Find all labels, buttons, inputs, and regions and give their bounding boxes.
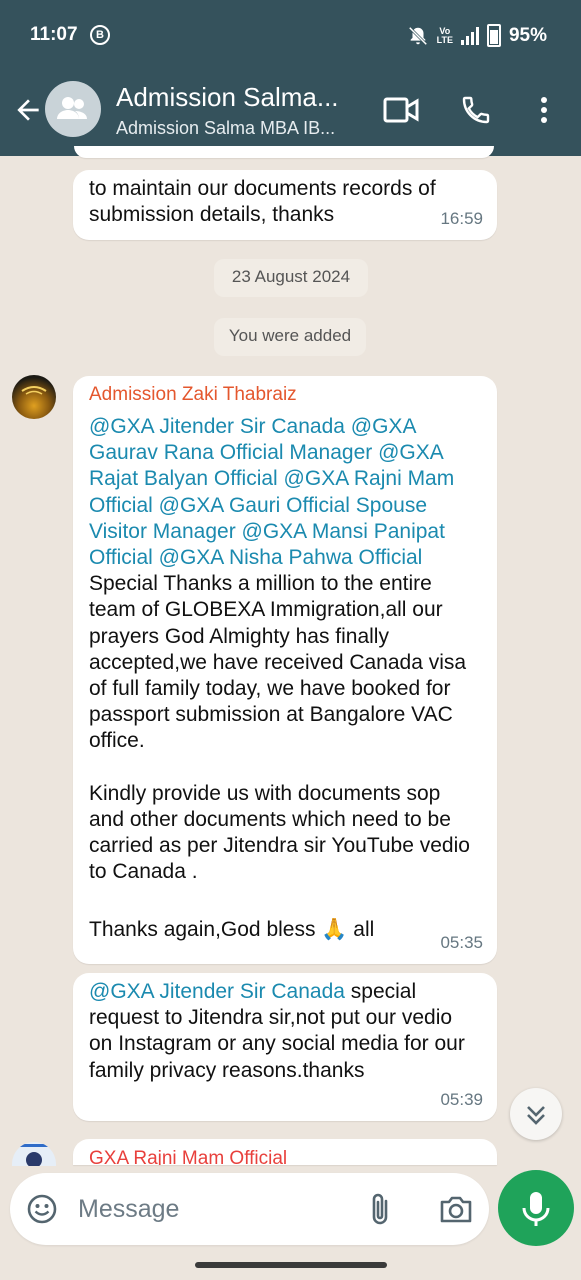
- sender-name[interactable]: Admission Zaki Thabraiz: [89, 382, 297, 408]
- back-arrow-icon[interactable]: [12, 94, 44, 126]
- closing-text-end: all: [347, 918, 375, 942]
- message-paragraph: Kindly provide us with documents sop and…: [89, 781, 470, 884]
- system-notice: You were added: [214, 318, 366, 356]
- message-body: @GXA Jitender Sir Canada special request…: [89, 979, 481, 1084]
- 5g-signal-icon: [460, 26, 479, 45]
- previous-message-edge: [74, 146, 494, 158]
- more-icon[interactable]: [536, 94, 552, 126]
- date-chip: 23 August 2024: [214, 259, 368, 297]
- mention-link[interactable]: @GXA Jitender Sir Canada: [89, 980, 345, 1003]
- attach-icon[interactable]: [366, 1191, 394, 1227]
- message-bubble[interactable]: Admission Zaki Thabraiz @GXA Jitender Si…: [73, 376, 497, 964]
- chat-header: Admission Salma... Admission Salma MBA I…: [0, 66, 581, 156]
- message-bubble[interactable]: GXA Rajni Mam Official: [73, 1139, 497, 1165]
- volte-icon: Vo LTE: [436, 25, 453, 45]
- message-time: 05:39: [440, 1089, 483, 1109]
- message-composer[interactable]: Message: [10, 1173, 489, 1245]
- battery-icon: [486, 24, 501, 47]
- mention-list[interactable]: @GXA Jitender Sir Canada @GXA Gaurav Ran…: [89, 415, 454, 569]
- status-bar: 11:07 B Vo LTE 95%: [0, 0, 581, 66]
- status-right: Vo LTE 95%: [407, 24, 547, 47]
- sender-name[interactable]: GXA Rajni Mam Official: [89, 1146, 287, 1165]
- message-bubble[interactable]: to maintain our documents records of sub…: [73, 170, 497, 240]
- phone-icon[interactable]: [460, 94, 492, 126]
- mic-icon: [522, 1192, 550, 1226]
- mute-icon: [408, 26, 427, 45]
- status-time: 11:07: [30, 24, 78, 45]
- message-bubble[interactable]: @GXA Jitender Sir Canada special request…: [73, 973, 497, 1121]
- emoji-icon[interactable]: [26, 1193, 58, 1225]
- video-call-icon[interactable]: [383, 96, 419, 124]
- message-closing: Thanks again,God bless 🙏 all: [89, 917, 481, 943]
- group-avatar-icon[interactable]: [45, 81, 101, 137]
- chat-subtitle[interactable]: Admission Salma MBA IB...: [116, 118, 335, 139]
- double-chevron-down-icon: [527, 1106, 545, 1125]
- gesture-nav-bar[interactable]: [195, 1262, 387, 1268]
- chat-title[interactable]: Admission Salma...: [116, 82, 339, 113]
- message-text: to maintain our documents records of sub…: [89, 177, 436, 227]
- sender-avatar[interactable]: [12, 1142, 56, 1166]
- mic-button[interactable]: [498, 1170, 574, 1246]
- camera-icon[interactable]: [438, 1193, 474, 1225]
- battery-percent: 95%: [508, 24, 547, 46]
- message-time: 05:35: [440, 932, 483, 952]
- status-b-icon: B: [90, 25, 110, 45]
- message-time: 16:59: [440, 208, 483, 228]
- closing-text: Thanks again,God bless: [89, 918, 322, 942]
- scroll-to-bottom-button[interactable]: [510, 1088, 562, 1140]
- message-paragraph: Special Thanks a million to the entire t…: [89, 572, 467, 753]
- sender-avatar[interactable]: [12, 375, 56, 419]
- message-body: @GXA Jitender Sir Canada @GXA Gaurav Ran…: [89, 414, 481, 944]
- pray-emoji: 🙏: [321, 918, 348, 942]
- message-input[interactable]: Message: [78, 1195, 179, 1224]
